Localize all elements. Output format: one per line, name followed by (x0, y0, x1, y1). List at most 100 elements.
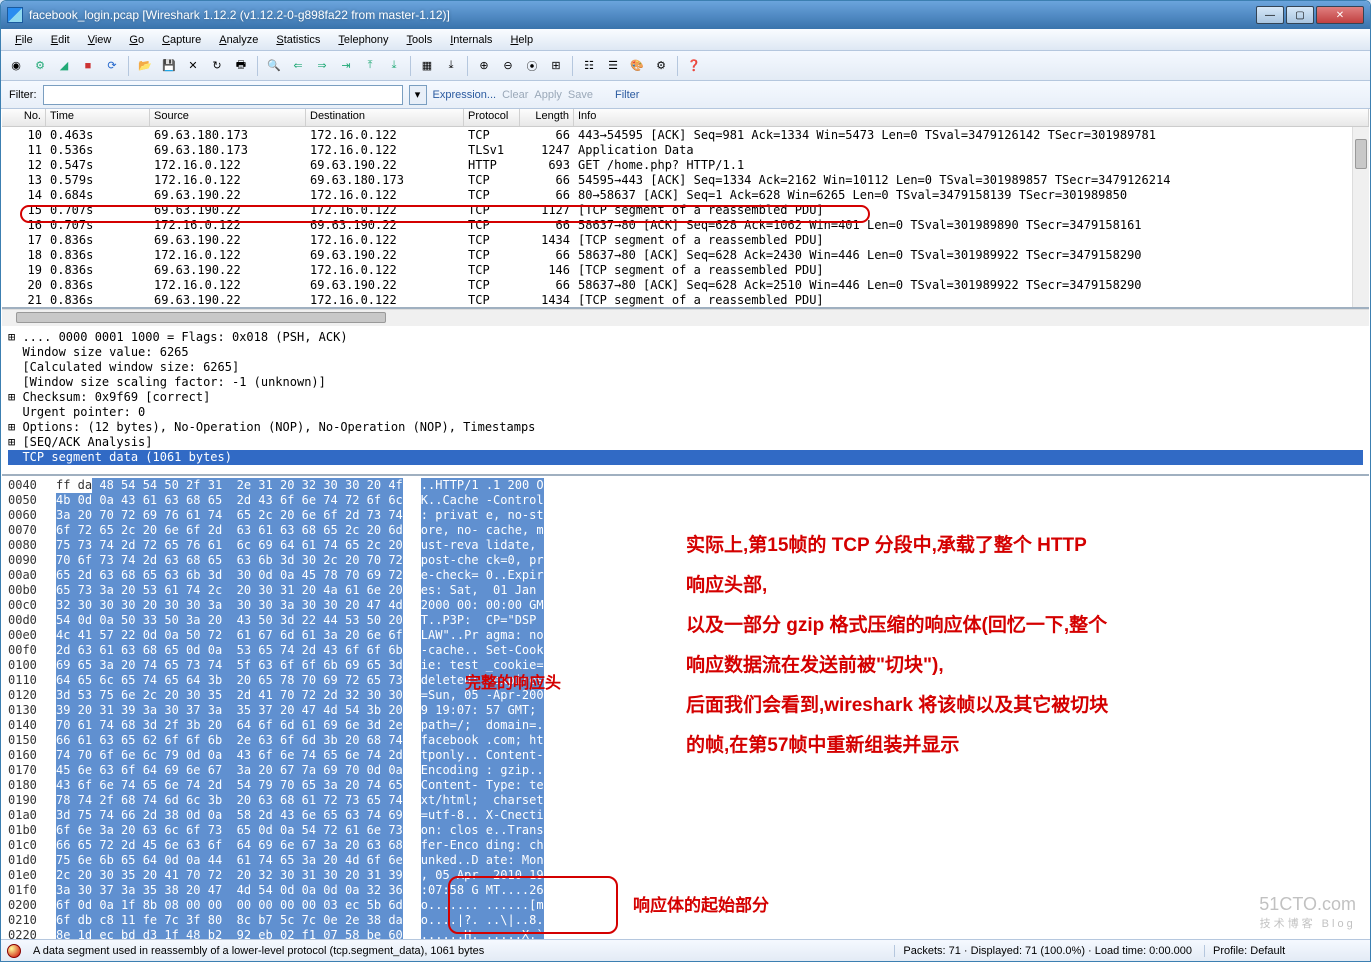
open-icon[interactable]: 📂 (134, 55, 156, 77)
forward-icon[interactable]: ⇒ (311, 55, 333, 77)
detail-line[interactable]: [Window size scaling factor: -1 (unknown… (8, 375, 1363, 390)
packet-row[interactable]: 180.836s172.16.0.12269.63.190.22TCP66586… (2, 248, 1369, 263)
menu-edit[interactable]: Edit (43, 32, 78, 48)
zoom-out-icon[interactable]: ⊖ (497, 55, 519, 77)
packet-row[interactable]: 150.707s69.63.190.22172.16.0.122TCP1127[… (2, 203, 1369, 218)
col-source[interactable]: Source (150, 109, 306, 126)
packet-row[interactable]: 130.579s172.16.0.12269.63.180.173TCP6654… (2, 173, 1369, 188)
detail-line[interactable]: ⊞ [SEQ/ACK Analysis] (8, 435, 1363, 450)
auto-scroll-icon[interactable]: ⤓ (440, 55, 462, 77)
detail-line[interactable]: TCP segment data (1061 bytes) (8, 450, 1363, 465)
display-filters-icon[interactable]: ☰ (602, 55, 624, 77)
packet-row[interactable]: 100.463s69.63.180.173172.16.0.122TCP6644… (2, 128, 1369, 143)
hscrollbar-packets[interactable] (2, 309, 1369, 326)
resize-cols-icon[interactable]: ⊞ (545, 55, 567, 77)
filter-dropdown-icon[interactable]: ▾ (409, 85, 427, 105)
stop-icon[interactable]: ■ (77, 55, 99, 77)
hex-row[interactable]: 01d075 6e 6b 65 64 0d 0a 44 61 74 65 3a … (8, 853, 1363, 868)
hex-row[interactable]: 018043 6f 6e 74 65 6e 74 2d 54 79 70 65 … (8, 778, 1363, 793)
packet-detail-pane[interactable]: ⊞ .... 0000 0001 1000 = Flags: 0x018 (PS… (2, 326, 1369, 476)
menu-go[interactable]: Go (121, 32, 152, 48)
coloring-rules-icon[interactable]: 🎨 (626, 55, 648, 77)
save-icon[interactable]: 💾 (158, 55, 180, 77)
expression-link[interactable]: Expression... (433, 89, 497, 101)
close-button[interactable]: ✕ (1316, 6, 1364, 24)
hex-row[interactable]: 01c066 65 72 2d 45 6e 63 6f 64 69 6e 67 … (8, 838, 1363, 853)
menu-file[interactable]: File (7, 32, 41, 48)
packet-row[interactable]: 190.836s69.63.190.22172.16.0.122TCP146[T… (2, 263, 1369, 278)
save-link[interactable]: Save (568, 89, 593, 101)
vscrollbar[interactable] (1352, 127, 1369, 307)
menu-tools[interactable]: Tools (399, 32, 441, 48)
detail-line[interactable]: ⊞ .... 0000 0001 1000 = Flags: 0x018 (PS… (8, 330, 1363, 345)
hex-row[interactable]: 01b06f 6e 3a 20 63 6c 6f 73 65 0d 0a 54 … (8, 823, 1363, 838)
find-icon[interactable]: 🔍 (263, 55, 285, 77)
close-file-icon[interactable]: ✕ (182, 55, 204, 77)
packet-row[interactable]: 200.836s172.16.0.12269.63.190.22TCP66586… (2, 278, 1369, 293)
menu-capture[interactable]: Capture (154, 32, 209, 48)
zoom-in-icon[interactable]: ⊕ (473, 55, 495, 77)
zoom-reset-icon[interactable]: ⦿ (521, 55, 543, 77)
filter-toolbar: Filter: ▾ Expression... Clear Apply Save… (1, 81, 1370, 109)
colorize-icon[interactable]: ▦ (416, 55, 438, 77)
hex-row[interactable]: 02208e 1d ec bd d3 1f 48 b2 92 eb 02 f1 … (8, 928, 1363, 939)
hex-row[interactable]: 0040ff da 48 54 54 50 2f 31 2e 31 20 32 … (8, 478, 1363, 493)
goto-icon[interactable]: ⇥ (335, 55, 357, 77)
help-icon[interactable]: ❓ (683, 55, 705, 77)
back-icon[interactable]: ⇐ (287, 55, 309, 77)
packet-row[interactable]: 120.547s172.16.0.12269.63.190.22HTTP693G… (2, 158, 1369, 173)
filter-link[interactable]: Filter (615, 89, 639, 101)
apply-link[interactable]: Apply (534, 89, 562, 101)
packet-list-pane[interactable]: No. Time Source Destination Protocol Len… (2, 109, 1369, 309)
col-no[interactable]: No. (2, 109, 46, 126)
menu-analyze[interactable]: Analyze (211, 32, 266, 48)
col-len[interactable]: Length (520, 109, 574, 126)
expert-led-icon[interactable] (7, 944, 21, 958)
col-info[interactable]: Info (574, 109, 1369, 126)
menu-telephony[interactable]: Telephony (330, 32, 396, 48)
hex-row[interactable]: 01a03d 75 74 66 2d 38 0d 0a 58 2d 43 6e … (8, 808, 1363, 823)
detail-line[interactable]: [Calculated window size: 6265] (8, 360, 1363, 375)
packet-row[interactable]: 110.536s69.63.180.173172.16.0.122TLSv112… (2, 143, 1369, 158)
detail-line[interactable]: ⊞ Options: (12 bytes), No-Operation (NOP… (8, 420, 1363, 435)
detail-line[interactable]: Urgent pointer: 0 (8, 405, 1363, 420)
packet-row[interactable]: 170.836s69.63.190.22172.16.0.122TCP1434[… (2, 233, 1369, 248)
packet-list-header[interactable]: No. Time Source Destination Protocol Len… (2, 109, 1369, 127)
last-icon[interactable]: ⤓ (383, 55, 405, 77)
window-title: facebook_login.pcap [Wireshark 1.12.2 (v… (29, 8, 1256, 22)
status-message: A data segment used in reassembly of a l… (33, 945, 882, 957)
minimize-button[interactable]: — (1256, 6, 1284, 24)
hex-row[interactable]: 00603a 20 70 72 69 76 61 74 65 2c 20 6e … (8, 508, 1363, 523)
app-icon (7, 7, 23, 23)
menu-help[interactable]: Help (502, 32, 541, 48)
packet-row[interactable]: 210.836s69.63.190.22172.16.0.122TCP1434[… (2, 293, 1369, 308)
detail-line[interactable]: ⊞ Checksum: 0x9f69 [correct] (8, 390, 1363, 405)
print-icon[interactable]: 🖶 (230, 55, 252, 77)
col-dest[interactable]: Destination (306, 109, 464, 126)
hex-row[interactable]: 01e02c 20 30 35 20 41 70 72 20 32 30 31 … (8, 868, 1363, 883)
status-profile[interactable]: Profile: Default (1204, 945, 1364, 957)
packet-row[interactable]: 160.707s172.16.0.12269.63.190.22TCP66586… (2, 218, 1369, 233)
options-icon[interactable]: ⚙ (29, 55, 51, 77)
annotation-body: 响应体的起始部分 (633, 891, 769, 916)
col-time[interactable]: Time (46, 109, 150, 126)
menu-bar: FileEditViewGoCaptureAnalyzeStatisticsTe… (1, 29, 1370, 51)
col-proto[interactable]: Protocol (464, 109, 520, 126)
restart-icon[interactable]: ⟳ (101, 55, 123, 77)
packet-row[interactable]: 140.684s69.63.190.22172.16.0.122TCP6680→… (2, 188, 1369, 203)
start-icon[interactable]: ◢ (53, 55, 75, 77)
first-icon[interactable]: ⤒ (359, 55, 381, 77)
menu-statistics[interactable]: Statistics (268, 32, 328, 48)
hex-row[interactable]: 019078 74 2f 68 74 6d 6c 3b 20 63 68 61 … (8, 793, 1363, 808)
detail-line[interactable]: Window size value: 6265 (8, 345, 1363, 360)
interfaces-icon[interactable]: ◉ (5, 55, 27, 77)
capture-filters-icon[interactable]: ☷ (578, 55, 600, 77)
clear-link[interactable]: Clear (502, 89, 528, 101)
menu-view[interactable]: View (80, 32, 120, 48)
maximize-button[interactable]: ▢ (1286, 6, 1314, 24)
reload-icon[interactable]: ↻ (206, 55, 228, 77)
hex-row[interactable]: 00504b 0d 0a 43 61 63 68 65 2d 43 6f 6e … (8, 493, 1363, 508)
menu-internals[interactable]: Internals (442, 32, 500, 48)
prefs-icon[interactable]: ⚙ (650, 55, 672, 77)
filter-input[interactable] (43, 85, 403, 105)
